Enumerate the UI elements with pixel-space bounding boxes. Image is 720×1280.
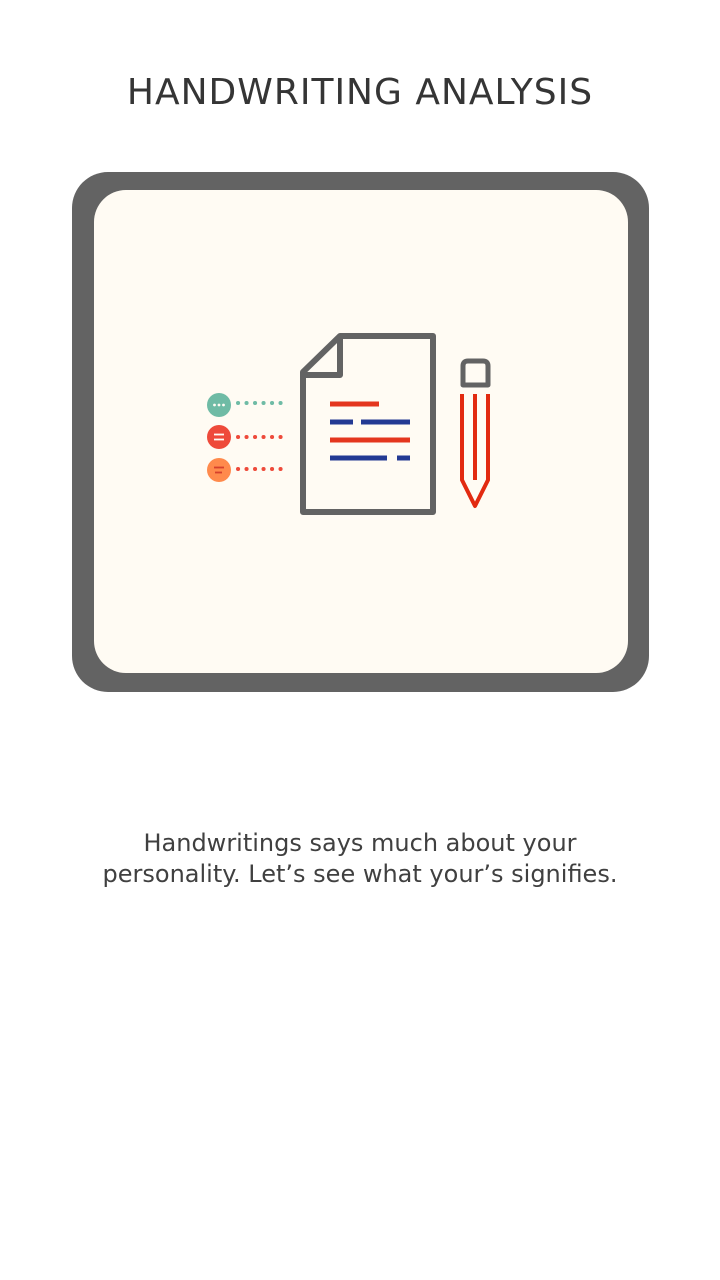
teal-dot-bullet-icon [207, 393, 290, 417]
description-text: Handwritings says much about your person… [60, 828, 660, 890]
red-lines-bullet-icon [207, 425, 290, 449]
illustration-card [94, 190, 628, 673]
page-title: HANDWRITING ANALYSIS [126, 72, 594, 113]
document-icon [300, 333, 436, 515]
handwriting-illustration [207, 333, 491, 515]
illustration-card-frame [72, 172, 649, 692]
description-line-1: Handwritings says much about your [143, 829, 577, 857]
pencil-icon [460, 358, 491, 508]
description-line-2: personality. Let’s see what your’s signi… [102, 860, 618, 888]
orange-lines-bullet-icon [207, 458, 290, 482]
screen: HANDWRITING ANALYSIS Handwritings says m… [0, 0, 720, 1280]
